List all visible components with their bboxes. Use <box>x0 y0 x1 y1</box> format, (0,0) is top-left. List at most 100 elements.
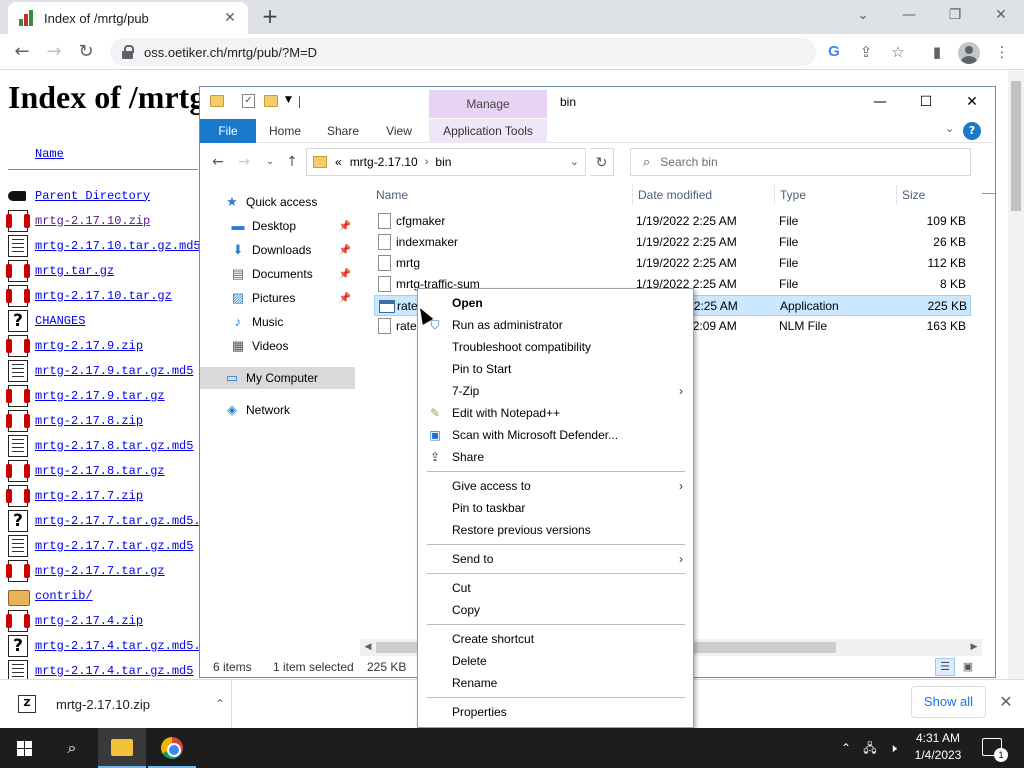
show-all-button[interactable]: Show all <box>911 686 986 718</box>
new-tab-button[interactable]: + <box>258 5 282 29</box>
help-icon[interactable]: ? <box>963 122 981 140</box>
nav-item-network[interactable]: ◈ Network <box>200 399 355 421</box>
file-link[interactable]: mrtg-2.17.8.tar.gz.md5 <box>35 439 193 453</box>
taskbar-chrome-icon[interactable] <box>148 728 196 768</box>
file-row[interactable]: indexmaker 1/19/2022 2:25 AM File 26 KB <box>374 232 971 253</box>
address-bar[interactable]: « mrtg-2.17.10 › bin ⌄ <box>306 148 586 176</box>
up-arrow-icon[interactable]: ↑ <box>282 152 302 172</box>
file-link[interactable]: mrtg-2.17.9.tar.gz.md5 <box>35 364 193 378</box>
menu-item-troubleshoot-compatibility[interactable]: Troubleshoot compatibility <box>418 336 693 358</box>
close-window-icon[interactable]: ✕ <box>978 0 1024 30</box>
scroll-left-icon[interactable]: ◀ <box>360 639 376 656</box>
menu-item-share[interactable]: ⇪ Share <box>418 446 693 468</box>
tab-view[interactable]: View <box>376 119 422 143</box>
column-header-size[interactable]: Size <box>896 183 972 207</box>
back-arrow-icon[interactable]: ← <box>10 40 34 64</box>
menu-item-create-shortcut[interactable]: Create shortcut <box>418 628 693 650</box>
nav-item-desktop[interactable]: ▬ Desktop 📌 <box>200 215 355 237</box>
chevron-right-icon[interactable]: › <box>425 156 429 168</box>
nav-item-documents[interactable]: ▤ Documents 📌 <box>200 263 355 285</box>
customize-toolbar-icon[interactable]: ▼ <box>285 95 292 105</box>
search-icon[interactable]: ⌕ <box>48 728 96 768</box>
tab-share[interactable]: Share <box>316 119 370 143</box>
minimize-icon[interactable]: — <box>886 0 932 30</box>
page-scrollbar[interactable] <box>1008 71 1024 679</box>
profile-avatar[interactable] <box>958 42 980 64</box>
new-folder-icon[interactable] <box>264 95 278 107</box>
tab-search-icon[interactable]: ⌄ <box>840 0 886 30</box>
restore-icon[interactable]: ❐ <box>932 0 978 30</box>
clock[interactable]: 4:31 AM 1/4/2023 <box>903 730 973 764</box>
taskbar-file-explorer-icon[interactable] <box>98 728 146 768</box>
download-item[interactable]: Z mrtg-2.17.10.zip ⌃ <box>10 680 232 728</box>
menu-item-pin-to-taskbar[interactable]: Pin to taskbar <box>418 497 693 519</box>
file-link[interactable]: mrtg-2.17.10.tar.gz <box>35 289 172 303</box>
nav-item-pictures[interactable]: ▨ Pictures 📌 <box>200 287 355 309</box>
chrome-menu-icon[interactable]: ⋮ <box>992 42 1012 62</box>
side-panel-icon[interactable]: ▮ <box>927 42 947 62</box>
close-icon[interactable]: ✕ <box>949 87 995 117</box>
browser-tab[interactable]: Index of /mrtg/pub ✕ <box>8 2 248 34</box>
share-page-icon[interactable]: ⇪ <box>856 42 876 62</box>
menu-item-cut[interactable]: Cut <box>418 577 693 599</box>
menu-item-delete[interactable]: Delete <box>418 650 693 672</box>
file-link[interactable]: mrtg-2.17.10.zip <box>35 214 150 228</box>
file-link[interactable]: mrtg-2.17.7.tar.gz <box>35 564 165 578</box>
page-scrollbar-thumb[interactable] <box>1011 81 1021 211</box>
tab-close-icon[interactable]: ✕ <box>222 10 238 26</box>
large-icons-view-icon[interactable]: ▣ <box>958 658 978 676</box>
scroll-right-icon[interactable]: ▶ <box>966 639 982 656</box>
name-column-link[interactable]: Name <box>35 147 64 161</box>
forward-arrow-icon[interactable]: → <box>42 40 66 64</box>
file-link[interactable]: mrtg-2.17.7.zip <box>35 489 143 503</box>
breadcrumb-item[interactable]: bin <box>435 155 451 169</box>
menu-item-open[interactable]: Open <box>418 292 693 314</box>
file-link[interactable]: mrtg.tar.gz <box>35 264 114 278</box>
chevron-down-icon[interactable]: ⌄ <box>570 155 579 168</box>
volume-icon[interactable]: 🕨 <box>884 728 902 768</box>
file-link[interactable]: contrib/ <box>35 589 93 603</box>
breadcrumb-item[interactable]: mrtg-2.17.10 <box>350 155 418 169</box>
file-link[interactable]: mrtg-2.17.4.tar.gz.md5 <box>35 664 193 678</box>
address-bar[interactable]: oss.oetiker.ch/mrtg/pub/?M=D <box>110 38 816 66</box>
file-link[interactable]: mrtg-2.17.10.tar.gz.md5 <box>35 239 201 253</box>
menu-item-send-to[interactable]: Send to › <box>418 548 693 570</box>
menu-item-edit-with-notepad[interactable]: ✎ Edit with Notepad++ <box>418 402 693 424</box>
file-row[interactable]: mrtg 1/19/2022 2:25 AM File 112 KB <box>374 253 971 274</box>
menu-item-copy[interactable]: Copy <box>418 599 693 621</box>
file-link[interactable]: mrtg-2.17.8.zip <box>35 414 143 428</box>
file-link[interactable]: mrtg-2.17.4.zip <box>35 614 143 628</box>
google-lens-icon[interactable]: G <box>824 42 844 62</box>
menu-item-run-as-administrator[interactable]: ⛉ Run as administrator <box>418 314 693 336</box>
properties-icon[interactable]: ✓ <box>242 94 255 108</box>
menu-item-pin-to-start[interactable]: Pin to Start <box>418 358 693 380</box>
menu-item-give-access-to[interactable]: Give access to › <box>418 475 693 497</box>
file-link[interactable]: mrtg-2.17.9.zip <box>35 339 143 353</box>
manage-tab-header[interactable]: Manage <box>429 90 547 118</box>
file-link[interactable]: mrtg-2.17.4.tar.gz.md5. <box>35 639 201 653</box>
nav-item-my-computer[interactable]: ▭ My Computer <box>200 367 355 389</box>
tab-application-tools[interactable]: Application Tools <box>429 119 547 143</box>
menu-item-7-zip[interactable]: 7-Zip › <box>418 380 693 402</box>
tab-file[interactable]: File <box>200 119 256 143</box>
nav-item-quick-access[interactable]: ★ Quick access <box>200 191 355 213</box>
chevron-up-icon[interactable]: ⌃ <box>209 697 231 711</box>
column-header-date-modified[interactable]: Date modified <box>632 183 774 207</box>
start-button[interactable] <box>0 728 48 768</box>
back-arrow-icon[interactable]: ← <box>208 152 228 172</box>
reload-icon[interactable]: ↻ <box>74 40 98 64</box>
nav-item-videos[interactable]: ▦ Videos <box>200 335 355 357</box>
file-link[interactable]: mrtg-2.17.8.tar.gz <box>35 464 165 478</box>
file-link[interactable]: CHANGES <box>35 314 85 328</box>
nav-item-music[interactable]: ♪ Music <box>200 311 355 333</box>
file-row[interactable]: cfgmaker 1/19/2022 2:25 AM File 109 KB <box>374 211 971 232</box>
menu-item-restore-previous-versions[interactable]: Restore previous versions <box>418 519 693 541</box>
file-link[interactable]: mrtg-2.17.7.tar.gz.md5 <box>35 539 193 553</box>
minimize-icon[interactable]: — <box>857 87 903 117</box>
show-hidden-icons-icon[interactable]: ⌃ <box>838 728 854 768</box>
search-input[interactable]: ⌕ Search bin <box>630 148 971 176</box>
bookmark-star-icon[interactable]: ☆ <box>888 42 908 62</box>
file-link[interactable]: Parent Directory <box>35 189 150 203</box>
close-shelf-icon[interactable]: ✕ <box>996 692 1016 712</box>
column-header-type[interactable]: Type <box>774 183 896 207</box>
